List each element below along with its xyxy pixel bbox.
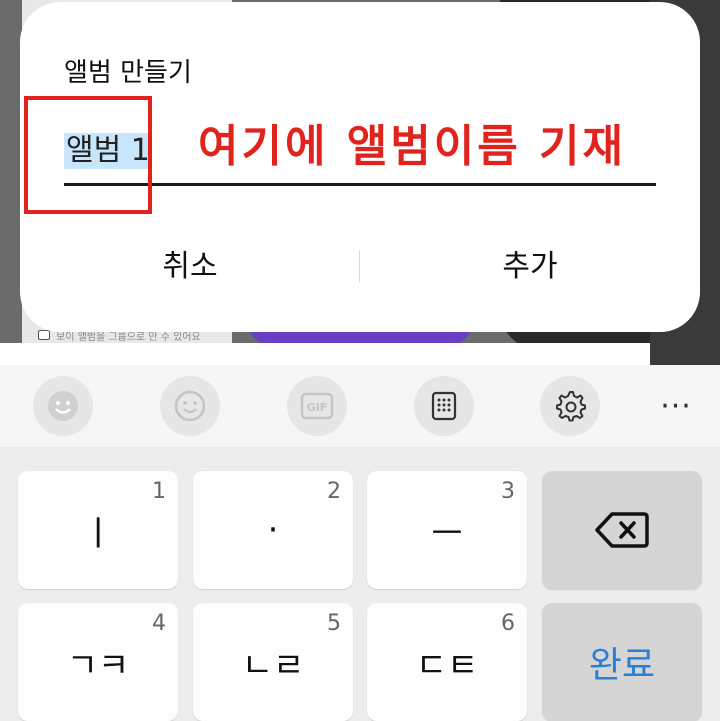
backspace-icon [542, 471, 702, 589]
key-1[interactable]: 1 ㅣ [18, 471, 178, 589]
background-strip [0, 343, 650, 365]
smiley-icon[interactable] [160, 376, 220, 436]
gif-icon[interactable]: GIF [287, 376, 347, 436]
key-6[interactable]: 6 ㄷㅌ [367, 603, 527, 721]
keypad-icon[interactable] [414, 376, 474, 436]
cancel-button[interactable]: 취소 [20, 242, 360, 292]
keyboard: GIF ··· 1 ㅣ 2 · 3 ㅡ 4 ㄱㅋ 5 ㄴㄹ 6 ㄷㅌ 완료 [0, 365, 720, 721]
add-button[interactable]: 추가 [360, 242, 700, 292]
more-icon[interactable]: ··· [650, 376, 702, 436]
keyboard-toolbar: GIF ··· [0, 365, 720, 447]
annotation-hint-text: 여기에 앨범이름 기재 [198, 121, 626, 172]
key-label: ㄱㅋ [66, 645, 130, 686]
key-label: · [267, 510, 279, 550]
folder-icon [38, 330, 50, 340]
done-label: 완료 [588, 645, 656, 686]
gear-icon[interactable] [540, 376, 600, 436]
dialog-button-row: 취소 추가 [20, 242, 700, 292]
input-underline [64, 183, 656, 186]
key-label: ㄴㄹ [241, 645, 305, 686]
gif-icon-label: GIF [307, 401, 328, 414]
key-5[interactable]: 5 ㄴㄹ [193, 603, 353, 721]
key-label: ㅣ [82, 513, 114, 554]
dialog-title: 앨범 만들기 [64, 58, 192, 88]
album-name-field[interactable]: 앨범 1 여기에 앨범이름 기재 [64, 117, 656, 187]
key-label: ㅡ [431, 513, 463, 554]
done-key[interactable]: 완료 [542, 603, 702, 721]
key-3[interactable]: 3 ㅡ [367, 471, 527, 589]
annotation-highlight-box [24, 96, 152, 214]
key-2[interactable]: 2 · [193, 471, 353, 589]
key-label: ㄷㅌ [415, 645, 479, 686]
emoji-face-icon[interactable] [33, 376, 93, 436]
key-4[interactable]: 4 ㄱㅋ [18, 603, 178, 721]
backspace-key[interactable] [542, 471, 702, 589]
